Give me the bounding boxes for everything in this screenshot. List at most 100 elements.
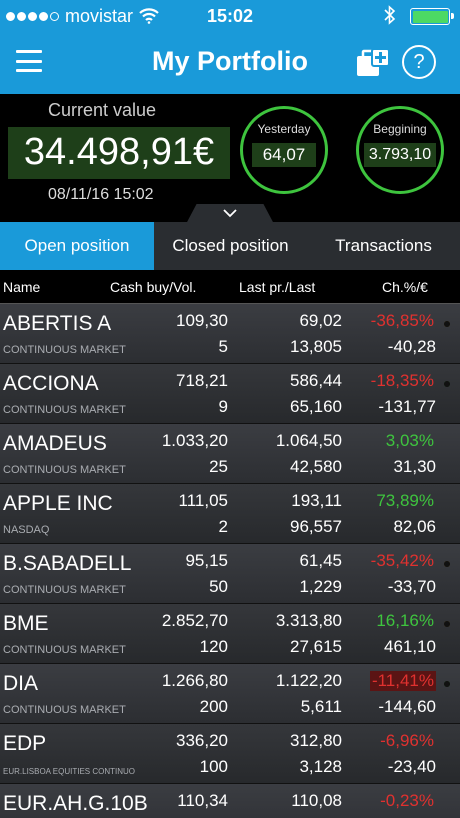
chevron-down-icon: [223, 209, 237, 218]
tab-open-position[interactable]: Open position: [0, 222, 154, 270]
stock-name: ACCIONA: [3, 372, 99, 395]
current-value: 34.498,91€: [23, 131, 215, 173]
position-tabs: Open position Closed position Transactio…: [0, 222, 460, 270]
table-row[interactable]: EUR.AH.G.10B 110,34 110,08 -0,23%: [0, 784, 460, 818]
change-euro: -144,60: [378, 697, 436, 716]
add-portfolio-briefcase-icon[interactable]: [354, 44, 392, 80]
indicator-dot: [444, 681, 450, 687]
current-value-date: 08/11/16 15:02: [48, 186, 154, 203]
stock-name: AMADEUS: [3, 432, 107, 455]
change-euro: -40,28: [387, 337, 436, 356]
table-row[interactable]: BME CONTINUOUS MARKET 2.852,70 120 3.313,80 2…: [0, 604, 460, 664]
column-last-price[interactable]: Last pr./Last: [239, 279, 315, 295]
last-price-value: 312,80: [290, 731, 342, 750]
indicator-dots: [444, 681, 450, 687]
change-euro: 31,30: [393, 457, 436, 476]
volume-value: 200: [199, 697, 228, 716]
cash-buy-value: 95,15: [185, 551, 228, 570]
last-price-value: 3.313,80: [275, 611, 342, 630]
last-value: 65,160: [290, 397, 342, 416]
change-percent: 3,03%: [385, 431, 434, 450]
battery-icon: [410, 8, 454, 25]
cash-buy-value: 2.852,70: [161, 611, 228, 630]
change-percent: -36,85%: [370, 311, 434, 330]
volume-value: 100: [199, 757, 228, 776]
change-percent: -35,42%: [370, 551, 434, 570]
last-value: 13,805: [290, 337, 342, 356]
change-euro: -131,77: [378, 397, 436, 416]
stock-name: EUR.AH.G.10B: [3, 792, 148, 815]
last-price-value: 1.122,20: [275, 671, 342, 690]
stock-market: EUR.LISBOA EQUITIES CONTINUO: [3, 767, 136, 776]
indicator-dot: [444, 321, 450, 327]
table-row[interactable]: ACCIONA CONTINUOUS MARKET 718,21 9 586,44 65,…: [0, 364, 460, 424]
stock-name: DIA: [3, 672, 39, 695]
bluetooth-icon: [384, 5, 396, 25]
carrier-name: movistar: [65, 5, 134, 26]
table-row[interactable]: AMADEUS CONTINUOUS MARKET 1.033,20 25 1.064,…: [0, 424, 460, 484]
last-price-value: 110,08: [291, 791, 342, 810]
stock-market: CONTINUOUS MARKET: [3, 464, 126, 476]
nav-bar: My Portfolio ?: [0, 32, 460, 94]
stock-name: BME: [3, 612, 49, 635]
stock-name: EDP: [3, 732, 47, 755]
change-percent: -11,41%: [369, 671, 436, 691]
column-cash-buy[interactable]: Cash buy/Vol.: [110, 279, 196, 295]
table-header: Name Cash buy/Vol. Last pr./Last Ch.%/€: [0, 270, 460, 304]
indicator-dot: [444, 381, 450, 387]
table-row[interactable]: B.SABADELL CONTINUOUS MARKET 95,15 50 61,45 1…: [0, 544, 460, 604]
status-bar: movistar 15:02: [0, 0, 460, 32]
stock-market: CONTINUOUS MARKET: [3, 344, 126, 356]
stock-market: CONTINUOUS MARKET: [3, 404, 126, 416]
table-row[interactable]: APPLE INC NASDAQ 111,05 2 193,11 96,557 73,89%…: [0, 484, 460, 544]
indicator-dot: [444, 621, 450, 627]
last-value: 1,229: [299, 577, 342, 596]
stock-name: ABERTIS A: [3, 312, 112, 335]
last-value: 96,557: [290, 517, 342, 536]
cash-buy-value: 1.033,20: [161, 431, 228, 450]
column-name[interactable]: Name: [3, 279, 40, 295]
beginning-label: Beggining: [373, 122, 427, 136]
stock-name: APPLE INC: [3, 492, 113, 515]
volume-value: 9: [218, 397, 228, 416]
indicator-dots: [444, 321, 450, 327]
portfolio-summary: Current value 34.498,91€ 08/11/16 15:02 …: [0, 94, 460, 224]
yesterday-value: 64,07: [252, 143, 316, 167]
column-change[interactable]: Ch.%/€: [382, 279, 428, 295]
change-euro: 461,10: [384, 637, 436, 656]
current-value-box: 34.498,91€: [8, 127, 230, 179]
tab-closed-position[interactable]: Closed position: [154, 222, 307, 270]
yesterday-change-ring: Yesterday 64,07: [240, 106, 328, 194]
help-button[interactable]: ?: [402, 45, 436, 79]
stock-market: NASDAQ: [3, 524, 50, 536]
indicator-dots: [444, 381, 450, 387]
last-value: 27,615: [290, 637, 342, 656]
table-row[interactable]: DIA CONTINUOUS MARKET 1.266,80 200 1.122,20 5…: [0, 664, 460, 724]
cash-buy-value: 109,30: [176, 311, 228, 330]
change-percent: 73,89%: [376, 491, 434, 510]
expand-summary-toggle[interactable]: [186, 204, 274, 224]
tab-transactions[interactable]: Transactions: [307, 222, 460, 270]
indicator-dot: [444, 561, 450, 567]
signal-strength-icon: [6, 11, 59, 21]
wifi-icon: [139, 8, 159, 24]
last-value: 5,611: [300, 697, 342, 716]
position-list: ABERTIS A CONTINUOUS MARKET 109,30 5 69,02 13…: [0, 304, 460, 818]
stock-market: CONTINUOUS MARKET: [3, 704, 126, 716]
volume-value: 120: [199, 637, 228, 656]
table-row[interactable]: ABERTIS A CONTINUOUS MARKET 109,30 5 69,02 13…: [0, 304, 460, 364]
change-percent: -18,35%: [370, 371, 434, 390]
last-value: 3,128: [299, 757, 342, 776]
table-row[interactable]: EDP EUR.LISBOA EQUITIES CONTINUO 336,20 100…: [0, 724, 460, 784]
change-percent: -0,23%: [380, 791, 434, 810]
change-percent: 16,16%: [376, 611, 434, 630]
last-price-value: 69,02: [299, 311, 342, 330]
cash-buy-value: 110,34: [177, 791, 228, 810]
change-euro: 82,06: [393, 517, 436, 536]
cash-buy-value: 111,05: [178, 491, 228, 510]
volume-value: 5: [218, 337, 228, 356]
indicator-dots: [444, 561, 450, 567]
volume-value: 50: [209, 577, 228, 596]
current-value-label: Current value: [48, 100, 157, 120]
beginning-change-ring: Beggining 3.793,10: [356, 106, 444, 194]
